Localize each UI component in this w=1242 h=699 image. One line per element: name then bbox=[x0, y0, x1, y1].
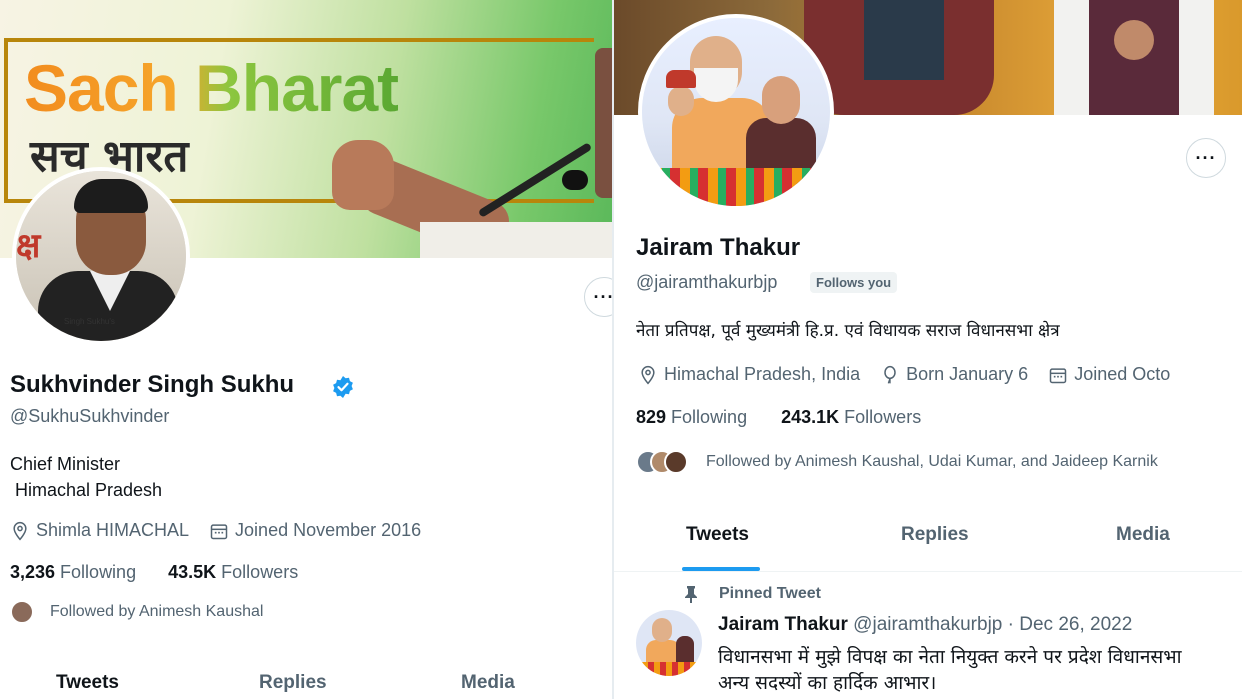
more-options-button[interactable]: ··· bbox=[1186, 138, 1226, 178]
profile-bio: नेता प्रतिपक्ष, पूर्व मुख्यमंत्री हि.प्र… bbox=[636, 321, 1060, 341]
profile-joined: Joined November 2016 bbox=[235, 520, 422, 540]
profile-handle: @SukhuSukhvinder bbox=[10, 406, 170, 426]
followed-by-row[interactable]: Followed by Animesh Kaushal bbox=[10, 600, 263, 624]
more-options-button[interactable]: ··· bbox=[584, 277, 612, 317]
profile-location: Shimla HIMACHAL bbox=[36, 520, 190, 540]
profile-stats: 829 Following 243.1K Followers bbox=[636, 407, 921, 428]
calendar-icon bbox=[210, 523, 228, 539]
profile-bio-line-1: Chief Minister bbox=[10, 454, 121, 474]
tab-separator bbox=[614, 571, 1242, 572]
follower-avatar bbox=[10, 600, 34, 624]
profile-handle: @jairamthakurbjp bbox=[636, 272, 778, 292]
tweet-author-handle[interactable]: @jairamthakurbjp bbox=[848, 614, 1002, 635]
banner-fist bbox=[332, 140, 394, 210]
follower-avatar bbox=[664, 450, 688, 474]
followed-by-text: Followed by Animesh Kaushal bbox=[50, 603, 264, 620]
tweet-author-name[interactable]: Jairam Thakur bbox=[718, 614, 848, 635]
profile-meta-row: Shimla HIMACHAL Joined November 2016 bbox=[10, 520, 421, 541]
tweet-text-line-2: अन्य सदस्यों का हार्दिक आभार। bbox=[718, 672, 937, 694]
tab-media[interactable]: Media bbox=[1116, 524, 1170, 546]
tweet-text-line-1: विधानसभा में मुझे विपक्ष का नेता नियुक्त… bbox=[718, 646, 1182, 668]
avatar-tag: Singh Sukhu's bbox=[64, 317, 115, 326]
following-link[interactable]: 829 Following bbox=[636, 407, 747, 427]
location-icon bbox=[641, 365, 655, 384]
followers-link[interactable]: 43.5K Followers bbox=[168, 562, 298, 582]
pinned-label: Pinned Tweet bbox=[719, 585, 821, 602]
tab-tweets[interactable]: Tweets bbox=[56, 672, 119, 694]
tab-media[interactable]: Media bbox=[461, 672, 515, 694]
verified-badge-icon[interactable] bbox=[331, 375, 355, 399]
tweet-date[interactable]: · Dec 26, 2022 bbox=[1002, 614, 1133, 635]
more-icon: ··· bbox=[593, 286, 613, 307]
tweet-header: Jairam Thakur @jairamthakurbjp · Dec 26,… bbox=[718, 614, 1132, 636]
profile-name: Sukhvinder Singh Sukhu bbox=[10, 371, 295, 398]
following-link[interactable]: 3,236 Following bbox=[10, 562, 136, 582]
profile-location: Himachal Pradesh, India bbox=[664, 364, 861, 384]
followers-link[interactable]: 243.1K Followers bbox=[781, 407, 921, 427]
more-icon: ··· bbox=[1195, 147, 1217, 168]
profile-born: Born January 6 bbox=[906, 364, 1029, 384]
calendar-icon bbox=[1049, 367, 1067, 383]
tab-replies[interactable]: Replies bbox=[901, 524, 969, 546]
profile-meta-row: Himachal Pradesh, India Born January 6 J… bbox=[638, 364, 1170, 385]
followed-by-row[interactable]: Followed by Animesh Kaushal, Udai Kumar,… bbox=[636, 450, 1158, 474]
profile-joined: Joined Octo bbox=[1074, 364, 1171, 384]
tweet-author-avatar[interactable] bbox=[636, 610, 702, 676]
tweet-text[interactable]: विधानसभा में मुझे विपक्ष का नेता नियुक्त… bbox=[718, 644, 1182, 696]
followed-by-text: Followed by Animesh Kaushal, Udai Kumar,… bbox=[706, 453, 1158, 470]
right-profile-panel: ··· Jairam Thakur @jairamthakurbjp Follo… bbox=[614, 0, 1242, 699]
left-profile-panel: Sach Bharat सच भारत क्ष Singh Sukhu's ··… bbox=[0, 0, 612, 699]
profile-avatar-right[interactable] bbox=[638, 14, 834, 210]
location-icon bbox=[13, 521, 27, 540]
banner-microphone-head bbox=[562, 170, 588, 190]
follows-you-badge: Follows you bbox=[810, 272, 898, 293]
profile-name: Jairam Thakur bbox=[636, 234, 801, 261]
banner-title: Sach Bharat bbox=[24, 51, 399, 125]
banner-sleeve bbox=[420, 222, 612, 258]
banner-edge-figure bbox=[595, 48, 612, 198]
tab-replies[interactable]: Replies bbox=[259, 672, 327, 694]
birthday-icon bbox=[884, 365, 896, 384]
profile-avatar-left[interactable]: क्ष Singh Sukhu's bbox=[12, 167, 190, 345]
tab-tweets[interactable]: Tweets bbox=[686, 524, 749, 546]
pin-icon bbox=[685, 586, 697, 603]
profile-stats: 3,236 Following 43.5K Followers bbox=[10, 562, 298, 583]
profile-bio-line-2: Himachal Pradesh bbox=[10, 480, 163, 500]
